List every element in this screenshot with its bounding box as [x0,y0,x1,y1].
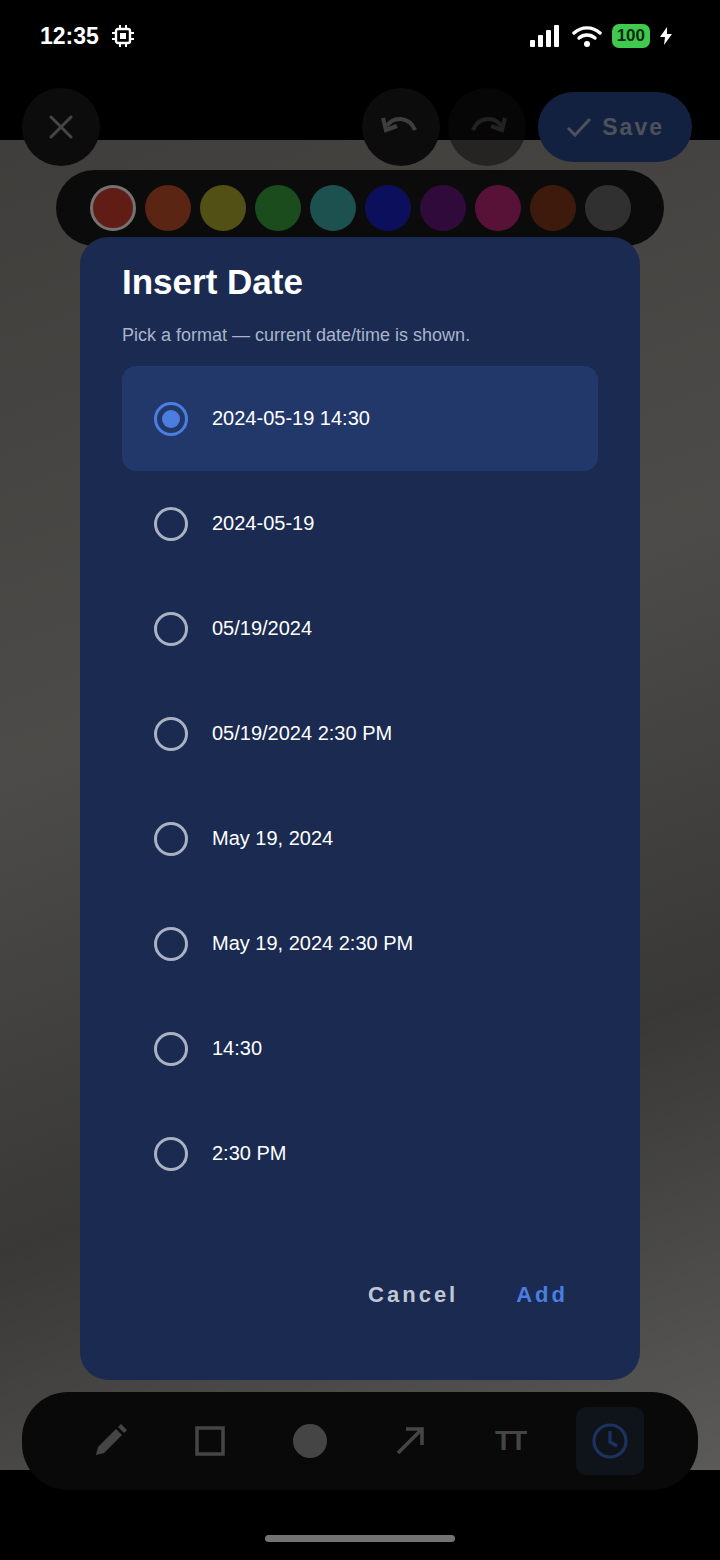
format-option[interactable]: May 19, 2024 [122,786,598,891]
screen: 12:35100SaveTTInsert DatePick a format —… [0,0,720,1560]
dialog-actions: Cancel Add [122,1276,598,1314]
radio-button[interactable] [154,612,188,646]
radio-button[interactable] [154,1032,188,1066]
radio-button[interactable] [154,507,188,541]
format-option[interactable]: 2:30 PM [122,1101,598,1206]
status-time: 12:35 [40,23,99,50]
cancel-button[interactable]: Cancel [368,1276,458,1314]
radio-button[interactable] [154,822,188,856]
radio-button[interactable] [154,927,188,961]
radio-button[interactable] [154,402,188,436]
format-list: 2024-05-19 14:302024-05-1905/19/202405/1… [122,366,598,1206]
format-option[interactable]: 2024-05-19 [122,471,598,576]
dialog-title: Insert Date [122,261,598,303]
format-option[interactable]: 05/19/2024 2:30 PM [122,681,598,786]
radio-button[interactable] [154,717,188,751]
format-option[interactable]: 2024-05-19 14:30 [122,366,598,471]
status-bar: 12:35 100 [0,0,720,72]
format-option[interactable]: 14:30 [122,996,598,1101]
charging-icon [660,27,672,45]
battery-indicator: 100 [612,24,650,48]
add-button[interactable]: Add [516,1276,568,1314]
radio-button[interactable] [154,1137,188,1171]
wifi-icon [572,25,602,47]
insert-date-dialog: Insert Date Pick a format — current date/… [80,237,640,1380]
chip-icon [111,24,135,48]
format-option[interactable]: 05/19/2024 [122,576,598,681]
signal-icon [530,25,562,47]
format-option[interactable]: May 19, 2024 2:30 PM [122,891,598,996]
dialog-subtitle: Pick a format — current date/time is sho… [122,325,598,346]
